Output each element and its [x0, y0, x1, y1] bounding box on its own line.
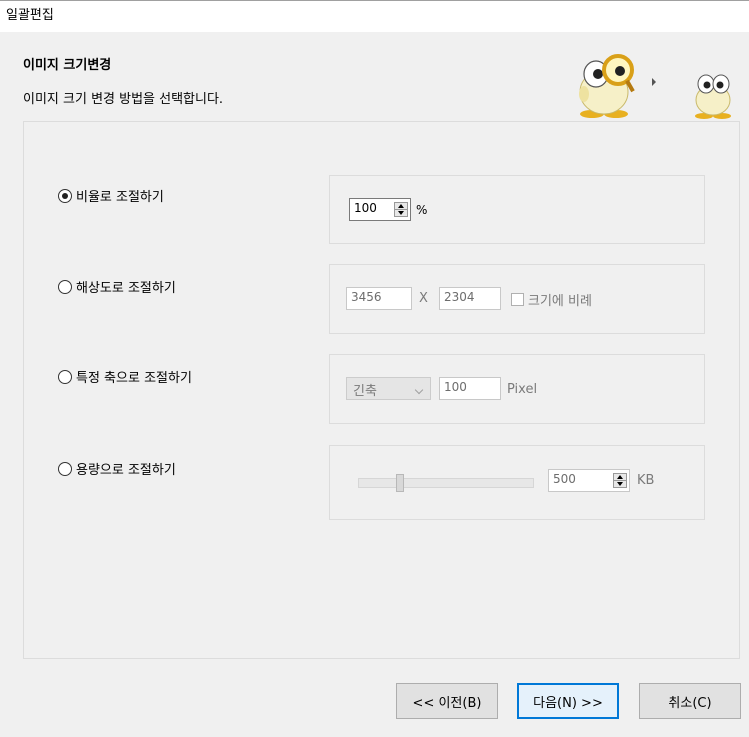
- axis-select-value: 긴축: [353, 384, 377, 399]
- wizard-header: 이미지 크기변경 이미지 크기 변경 방법을 선택합니다.: [0, 32, 749, 121]
- ratio-group: 100 %: [329, 175, 705, 244]
- radio-resolution[interactable]: 해상도로 조절하기: [58, 277, 176, 296]
- radio-resolution-label: 해상도로 조절하기: [76, 281, 176, 296]
- radio-indicator-checked[interactable]: [58, 188, 72, 203]
- filesize-value: 500: [553, 472, 576, 486]
- page-subtitle: 이미지 크기 변경 방법을 선택합니다.: [23, 92, 224, 107]
- ratio-unit: %: [416, 203, 428, 217]
- width-value: 3456: [351, 290, 382, 304]
- prev-button[interactable]: << 이전(B): [396, 683, 498, 719]
- spinner-arrows-icon[interactable]: [394, 202, 408, 217]
- radio-axis[interactable]: 특정 축으로 조절하기: [58, 367, 192, 386]
- width-input[interactable]: 3456: [346, 287, 412, 310]
- height-input[interactable]: 2304: [439, 287, 501, 310]
- next-button[interactable]: 다음(N) >>: [517, 683, 619, 719]
- axis-size-input[interactable]: 100: [439, 377, 501, 400]
- resolution-separator: X: [419, 291, 428, 306]
- window-title: 일괄편집: [6, 8, 54, 23]
- page-title: 이미지 크기변경: [23, 58, 112, 73]
- axis-group: 긴축 100 Pixel: [329, 354, 705, 424]
- height-value: 2304: [444, 290, 475, 304]
- radio-indicator[interactable]: [58, 461, 72, 476]
- proportional-label: 크기에 비례: [528, 294, 592, 309]
- radio-indicator[interactable]: [58, 279, 72, 294]
- window-titlebar: 일괄편집: [0, 0, 749, 32]
- radio-axis-label: 특정 축으로 조절하기: [76, 371, 192, 386]
- radio-filesize-label: 용량으로 조절하기: [76, 463, 176, 478]
- axis-size-value: 100: [444, 380, 467, 394]
- radio-indicator[interactable]: [58, 369, 72, 384]
- ratio-value: 100: [354, 201, 377, 215]
- chevron-right-icon: [652, 78, 656, 86]
- filesize-slider-thumb[interactable]: [396, 474, 404, 492]
- chevron-down-icon: [414, 385, 424, 395]
- spinner-arrows-icon[interactable]: [613, 473, 627, 488]
- mascot-icon: [695, 74, 731, 119]
- proportional-checkbox[interactable]: [511, 293, 524, 306]
- radio-ratio[interactable]: 비율로 조절하기: [58, 186, 164, 205]
- ratio-spinbox[interactable]: 100: [349, 198, 411, 221]
- filesize-unit: KB: [637, 473, 655, 488]
- radio-ratio-label: 비율로 조절하기: [76, 190, 164, 205]
- axis-select[interactable]: 긴축: [346, 377, 431, 400]
- cancel-button[interactable]: 취소(C): [639, 683, 741, 719]
- radio-filesize[interactable]: 용량으로 조절하기: [58, 459, 176, 478]
- filesize-spinbox[interactable]: 500: [548, 469, 630, 492]
- mascot-with-magnifier-icon: [579, 54, 635, 118]
- axis-unit: Pixel: [507, 382, 538, 397]
- filesize-slider-track[interactable]: [358, 478, 534, 488]
- resolution-group: 3456 X 2304 크기에 비례: [329, 264, 705, 334]
